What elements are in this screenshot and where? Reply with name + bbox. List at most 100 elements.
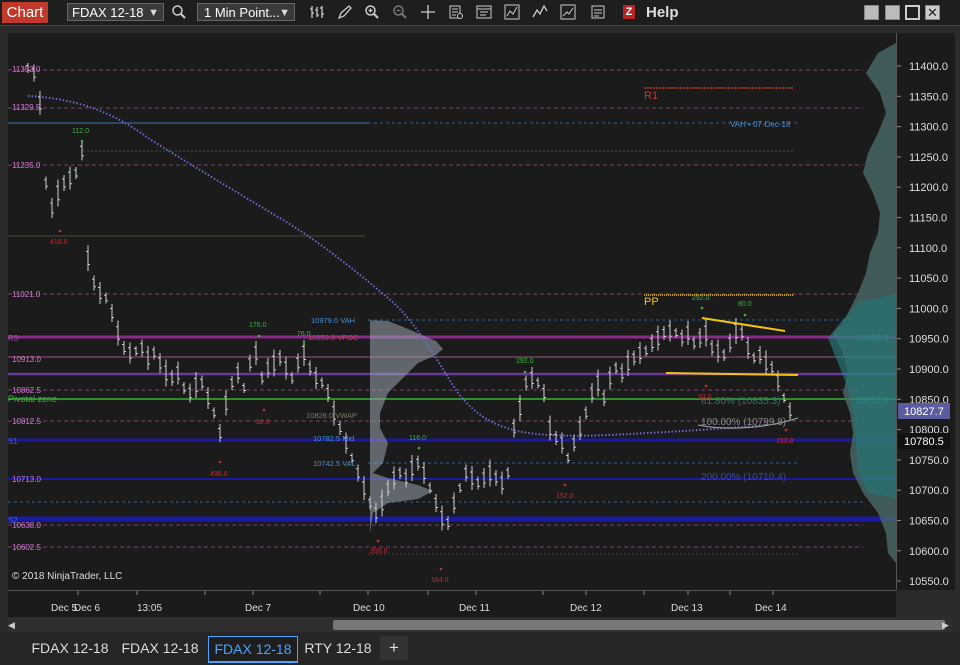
volume-label: 76.0 [297,331,311,338]
profile-label: 10782.5 Mid [313,434,354,443]
strategies-icon[interactable] [532,4,548,20]
profile-right-label: 10950.0 [856,333,889,343]
instrument-select[interactable]: FDAX 12-18 ▼ [67,3,164,21]
time-label: Dec 10 [353,603,385,614]
tab-fdax-3[interactable]: FDAX 12-18 [208,636,298,663]
search-icon[interactable] [171,4,187,20]
volume-label: 292.0 [516,358,534,365]
app-title[interactable]: Chart [2,2,48,23]
toolbar: Chart FDAX 12-18 ▼ 1 Min Point... ▼ Z He… [0,0,960,26]
level-label: 10913.0 [12,355,41,364]
profile-label: 10826.0 VWAP [306,411,357,420]
chart-style-icon[interactable] [560,4,576,20]
level-label: 11329.5 [12,103,41,112]
minimize-button[interactable] [885,5,900,20]
chevron-down-icon: ▼ [279,7,290,19]
price-tick-label: 10600.0 [909,546,949,558]
volume-label: 116.0 [409,435,426,442]
pencil-icon[interactable] [337,4,353,20]
level-label: 10713.0 [12,475,41,484]
close-button[interactable]: ✕ [925,5,940,20]
fib-label: 100.00% (10799.8) [701,417,786,428]
maximize-button[interactable] [905,5,920,20]
volume-label: 292.0 [692,295,710,302]
period-select[interactable]: 1 Min Point... ▼ [197,3,295,21]
fib-label: 61.80% (10835.3) [701,396,781,407]
window-options-button[interactable] [864,5,879,20]
pivotal-zone-label: Pivotal zone [8,394,57,404]
scroll-right-icon[interactable]: ▶ [942,620,951,630]
price-tick-label: 11100.0 [909,243,947,255]
tab-bar: FDAX 12-18 FDAX 12-18 FDAX 12-18 RTY 12-… [0,632,960,665]
volume-label: 496.0 [210,471,228,478]
time-label: Dec 13 [671,603,703,614]
time-label: Dec 14 [755,603,787,614]
price-tick-label: 11250.0 [909,152,948,164]
price-tick-label: 10550.0 [909,576,949,588]
price-tick-label: 11050.0 [909,273,948,285]
level-label: 11353.0 [12,65,41,74]
volume-label: 80.0 [738,301,752,308]
volume-label: 92.0 [256,419,270,426]
profile-label: 10742.5 VAL [313,459,356,468]
properties-icon[interactable] [476,4,492,20]
add-tab-button[interactable]: + [380,636,408,660]
level-label: 11235.0 [12,161,41,170]
vah-note-label: VAH • 07-Dec-18 [730,120,791,129]
tab-fdax-2[interactable]: FDAX 12-18 [118,636,202,660]
horizontal-scrollbar[interactable]: ◀ ▶ [8,618,952,632]
volume-label: 200.0 [370,548,388,555]
price-tick-label: 11200.0 [909,182,948,194]
profile-label: 10950.5 VPOC [308,333,359,342]
pivot-r3-label: R3 [8,334,19,343]
profile-right-label: 10850.0 [856,395,889,405]
more-icon[interactable] [590,4,606,20]
price-tick-label: 10950.0 [909,334,949,346]
price-axis[interactable]: 11400.0 11350.0 11300.0 11250.0 11200.0 11150… [896,33,955,590]
zoom-in-icon[interactable] [364,4,380,20]
price-tick-label: 11400.0 [909,61,948,73]
indicators-icon[interactable] [504,4,520,20]
z-icon[interactable]: Z [623,5,635,19]
price-tick-label: 11300.0 [909,122,948,134]
volume-label: 164.0 [431,577,449,584]
time-axis[interactable]: Dec 5 Dec 6 13:05 Dec 7 Dec 10 Dec 11 De… [8,590,896,617]
pivot-r1-label: R1 [644,90,658,102]
level-label: 10812.5 [12,417,41,426]
price-tick-label: 10650.0 [909,516,949,528]
chart-panel[interactable]: 11353.0 11329.5 11235.0 11021.0 10913.0 … [8,33,896,590]
current-price-label: 10827.7 [904,406,944,418]
price-tick-label: 11350.0 [909,91,948,103]
scroll-thumb[interactable] [333,620,945,630]
price-tick-label: 11150.0 [909,213,947,225]
tab-rty[interactable]: RTY 12-18 [300,636,376,660]
fib-label: 200.00% (10710.4) [701,472,786,483]
level-label: 10602.5 [12,543,41,552]
pivot-s2-label: S2 [8,516,18,525]
help-menu[interactable]: Help [646,4,679,21]
time-label: 13:05 [137,603,162,614]
instrument-value: FDAX 12-18 [72,5,144,20]
data-box-icon[interactable] [448,4,464,20]
bars-type-icon[interactable] [309,4,325,20]
volume-label: 112.0 [72,128,89,135]
chevron-down-icon: ▼ [148,7,159,19]
level-label: 11021.0 [12,290,41,299]
time-label: Dec 11 [459,603,490,614]
period-value: 1 Min Point... [204,5,280,20]
crosshair-icon[interactable] [420,4,436,20]
volume-label: 152.0 [776,438,794,445]
zoom-out-icon[interactable] [392,4,408,20]
copyright-label: © 2018 NinjaTrader, LLC [12,571,122,582]
price-tick-label: 10900.0 [909,364,949,376]
volume-label: 176.0 [249,322,267,329]
price-tick-label: 10700.0 [909,485,949,497]
price-chart[interactable]: 11353.0 11329.5 11235.0 11021.0 10913.0 … [8,33,896,590]
price-marker-label: 10780.5 [904,436,944,448]
tab-fdax-1[interactable]: FDAX 12-18 [28,636,112,660]
pivot-s1-label: S1 [8,437,18,446]
time-label: Dec 7 [245,603,272,614]
price-tick-label: 10750.0 [909,455,949,467]
volume-label: 416.0 [50,239,68,246]
scroll-left-icon[interactable]: ◀ [8,620,17,630]
